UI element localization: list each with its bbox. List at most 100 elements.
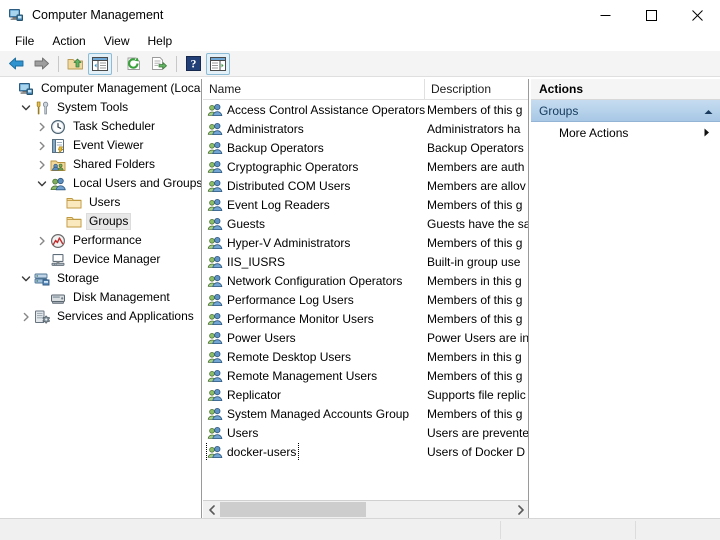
- actions-group-header-label: Groups: [539, 104, 704, 118]
- group-name-label: Access Control Assistance Operators: [227, 103, 425, 117]
- column-header-description[interactable]: Description: [425, 79, 529, 99]
- up-one-level-button[interactable]: [63, 53, 87, 75]
- chevron-right-icon[interactable]: [18, 309, 34, 325]
- menu-action[interactable]: Action: [43, 32, 94, 50]
- chevron-right-icon[interactable]: [34, 119, 50, 135]
- group-icon: [207, 273, 223, 289]
- horizontal-scrollbar[interactable]: [203, 500, 529, 518]
- forward-button[interactable]: [29, 53, 53, 75]
- table-row[interactable]: System Managed Accounts GroupMembers of …: [203, 404, 529, 423]
- cell-description: Members of this g: [425, 236, 529, 250]
- back-button[interactable]: [4, 53, 28, 75]
- menu-help[interactable]: Help: [139, 32, 182, 50]
- tree-item-task-scheduler[interactable]: Task Scheduler: [0, 117, 201, 136]
- cell-name: Cryptographic Operators: [203, 158, 425, 176]
- tree-item-computer-management-local[interactable]: Computer Management (Local): [0, 79, 201, 98]
- maximize-button[interactable]: [628, 0, 674, 30]
- group-icon: [207, 197, 223, 213]
- cell-description: Members are allov: [425, 179, 529, 193]
- group-icon: [207, 330, 223, 346]
- chevron-right-icon[interactable]: [34, 233, 50, 249]
- cell-description: Guests have the sa: [425, 217, 529, 231]
- cell-description: Backup Operators: [425, 141, 529, 155]
- tree-item-label: Groups: [86, 213, 131, 230]
- table-row[interactable]: UsersUsers are prevente: [203, 423, 529, 442]
- group-name-label: Backup Operators: [227, 141, 324, 155]
- cell-description: Power Users are in: [425, 331, 529, 345]
- show-hide-action-pane-button[interactable]: [206, 53, 230, 75]
- clock-icon: [50, 119, 66, 135]
- tree-item-label: System Tools: [54, 100, 131, 115]
- scroll-left-arrow-icon[interactable]: [203, 501, 220, 518]
- table-row[interactable]: Remote Desktop UsersMembers in this g: [203, 347, 529, 366]
- show-hide-console-tree-button[interactable]: [88, 53, 112, 75]
- table-row[interactable]: Performance Monitor UsersMembers of this…: [203, 309, 529, 328]
- group-name-label: Replicator: [227, 388, 281, 402]
- tree-item-performance[interactable]: Performance: [0, 231, 201, 250]
- export-list-button[interactable]: [147, 53, 171, 75]
- tree-item-storage[interactable]: Storage: [0, 269, 201, 288]
- tree-item-label: Local Users and Groups: [70, 176, 202, 191]
- table-row[interactable]: Event Log ReadersMembers of this g: [203, 195, 529, 214]
- chevron-right-icon[interactable]: [34, 138, 50, 154]
- chevron-right-icon[interactable]: [34, 157, 50, 173]
- tree-item-system-tools[interactable]: System Tools: [0, 98, 201, 117]
- tree-item-local-users-and-groups[interactable]: Local Users and Groups: [0, 174, 201, 193]
- minimize-button[interactable]: [582, 0, 628, 30]
- group-icon: [207, 444, 223, 460]
- refresh-button[interactable]: [122, 53, 146, 75]
- chevron-down-icon[interactable]: [18, 100, 34, 116]
- chevron-down-icon[interactable]: [34, 176, 50, 192]
- table-row[interactable]: Backup Operators Backup Operators: [203, 138, 529, 157]
- table-row[interactable]: docker-usersUsers of Docker D: [203, 442, 529, 461]
- group-icon: [207, 216, 223, 232]
- table-row[interactable]: Performance Log UsersMembers of this g: [203, 290, 529, 309]
- folder-icon: [66, 195, 82, 211]
- actions-item-more-actions[interactable]: More Actions: [531, 122, 720, 144]
- table-row[interactable]: Network Configuration OperatorsMembers i…: [203, 271, 529, 290]
- table-row[interactable]: Remote Management UsersMembers of this g: [203, 366, 529, 385]
- scrollbar-track[interactable]: [220, 501, 512, 518]
- help-button[interactable]: ?: [181, 53, 205, 75]
- tree-item-groups[interactable]: Groups: [0, 212, 201, 231]
- menu-view[interactable]: View: [95, 32, 139, 50]
- cell-description: Members are auth: [425, 160, 529, 174]
- tree-item-label: Services and Applications: [54, 309, 197, 324]
- actions-item-label: More Actions: [559, 126, 704, 140]
- table-row[interactable]: Distributed COM UsersMembers are allov: [203, 176, 529, 195]
- column-header-name[interactable]: Name: [203, 79, 425, 99]
- table-row[interactable]: Access Control Assistance OperatorsMembe…: [203, 100, 529, 119]
- menu-file[interactable]: File: [6, 32, 43, 50]
- cell-name: System Managed Accounts Group: [203, 405, 425, 423]
- table-row[interactable]: Cryptographic OperatorsMembers are auth: [203, 157, 529, 176]
- close-button[interactable]: [674, 0, 720, 30]
- table-row[interactable]: ReplicatorSupports file replic: [203, 385, 529, 404]
- table-row[interactable]: Power UsersPower Users are in: [203, 328, 529, 347]
- tree-item-users[interactable]: Users: [0, 193, 201, 212]
- toolbar-separator-1: [58, 56, 59, 72]
- tree-item-shared-folders[interactable]: Shared Folders: [0, 155, 201, 174]
- group-name-label: Remote Desktop Users: [227, 350, 351, 364]
- group-name-label: Administrators: [227, 122, 304, 136]
- folder-icon: [66, 214, 82, 230]
- chevron-down-icon[interactable]: [18, 271, 34, 287]
- table-row[interactable]: AdministratorsAdministrators ha: [203, 119, 529, 138]
- scrollbar-thumb[interactable]: [220, 502, 366, 517]
- cell-description: Users are prevente: [425, 426, 529, 440]
- performance-icon: [50, 233, 66, 249]
- table-row[interactable]: IIS_IUSRSBuilt-in group use: [203, 252, 529, 271]
- actions-group-header[interactable]: Groups: [531, 100, 720, 122]
- tree-item-disk-management[interactable]: Disk Management: [0, 288, 201, 307]
- tree-item-services-and-applications[interactable]: Services and Applications: [0, 307, 201, 326]
- group-name-label: Performance Monitor Users: [227, 312, 374, 326]
- scroll-right-arrow-icon[interactable]: [512, 501, 529, 518]
- tree-item-device-manager[interactable]: Device Manager: [0, 250, 201, 269]
- table-row[interactable]: Hyper-V AdministratorsMembers of this g: [203, 233, 529, 252]
- cell-name: Guests: [203, 215, 425, 233]
- cell-description: Members of this g: [425, 103, 529, 117]
- tree-item-event-viewer[interactable]: Event Viewer: [0, 136, 201, 155]
- chevron-up-icon[interactable]: [704, 104, 713, 118]
- cell-name: Administrators: [203, 120, 425, 138]
- cell-name: Distributed COM Users: [203, 177, 425, 195]
- table-row[interactable]: GuestsGuests have the sa: [203, 214, 529, 233]
